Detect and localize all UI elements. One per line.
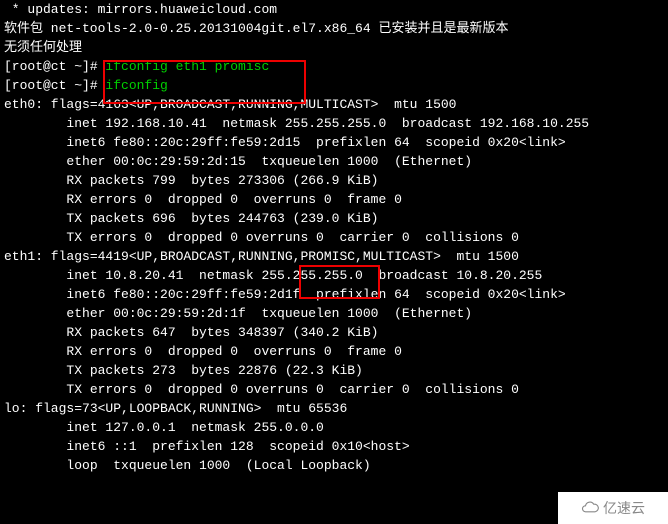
terminal-line: lo: flags=73<UP,LOOPBACK,RUNNING> mtu 65…: [4, 399, 664, 418]
terminal-line: inet 192.168.10.41 netmask 255.255.255.0…: [4, 114, 664, 133]
shell-prompt: [root@ct ~]#: [4, 59, 105, 74]
terminal-line: TX packets 273 bytes 22876 (22.3 KiB): [4, 361, 664, 380]
terminal-line: inet 127.0.0.1 netmask 255.0.0.0: [4, 418, 664, 437]
terminal-line: eth1: flags=4419<UP,BROADCAST,RUNNING,PR…: [4, 247, 664, 266]
terminal-line: [root@ct ~]# ifconfig: [4, 76, 664, 95]
terminal-line: RX errors 0 dropped 0 overruns 0 frame 0: [4, 190, 664, 209]
terminal-line: inet6 ::1 prefixlen 128 scopeid 0x10<hos…: [4, 437, 664, 456]
terminal-line: ether 00:0c:29:59:2d:1f txqueuelen 1000 …: [4, 304, 664, 323]
terminal-line: inet6 fe80::20c:29ff:fe59:2d15 prefixlen…: [4, 133, 664, 152]
terminal-line: RX packets 799 bytes 273306 (266.9 KiB): [4, 171, 664, 190]
shell-command: ifconfig: [105, 78, 167, 93]
terminal-line: 无须任何处理: [4, 38, 664, 57]
terminal-line: * updates: mirrors.huaweicloud.com: [4, 0, 664, 19]
terminal-line: TX errors 0 dropped 0 overruns 0 carrier…: [4, 228, 664, 247]
terminal-line: [root@ct ~]# ifconfig eth1 promisc: [4, 57, 664, 76]
cloud-icon: [581, 501, 599, 515]
terminal-line: inet 10.8.20.41 netmask 255.255.255.0 br…: [4, 266, 664, 285]
shell-command: ifconfig eth1 promisc: [105, 59, 269, 74]
terminal-line: 软件包 net-tools-2.0-0.25.20131004git.el7.x…: [4, 19, 664, 38]
terminal-line: TX packets 696 bytes 244763 (239.0 KiB): [4, 209, 664, 228]
terminal-line: RX errors 0 dropped 0 overruns 0 frame 0: [4, 342, 664, 361]
terminal-output[interactable]: * updates: mirrors.huaweicloud.com软件包 ne…: [0, 0, 668, 475]
terminal-line: RX packets 647 bytes 348397 (340.2 KiB): [4, 323, 664, 342]
terminal-line: inet6 fe80::20c:29ff:fe59:2d1f prefixlen…: [4, 285, 664, 304]
terminal-line: loop txqueuelen 1000 (Local Loopback): [4, 456, 664, 475]
watermark-text: 亿速云: [603, 499, 645, 518]
shell-prompt: [root@ct ~]#: [4, 78, 105, 93]
terminal-line: TX errors 0 dropped 0 overruns 0 carrier…: [4, 380, 664, 399]
terminal-line: ether 00:0c:29:59:2d:15 txqueuelen 1000 …: [4, 152, 664, 171]
terminal-line: eth0: flags=4163<UP,BROADCAST,RUNNING,MU…: [4, 95, 664, 114]
watermark: 亿速云: [558, 492, 668, 524]
